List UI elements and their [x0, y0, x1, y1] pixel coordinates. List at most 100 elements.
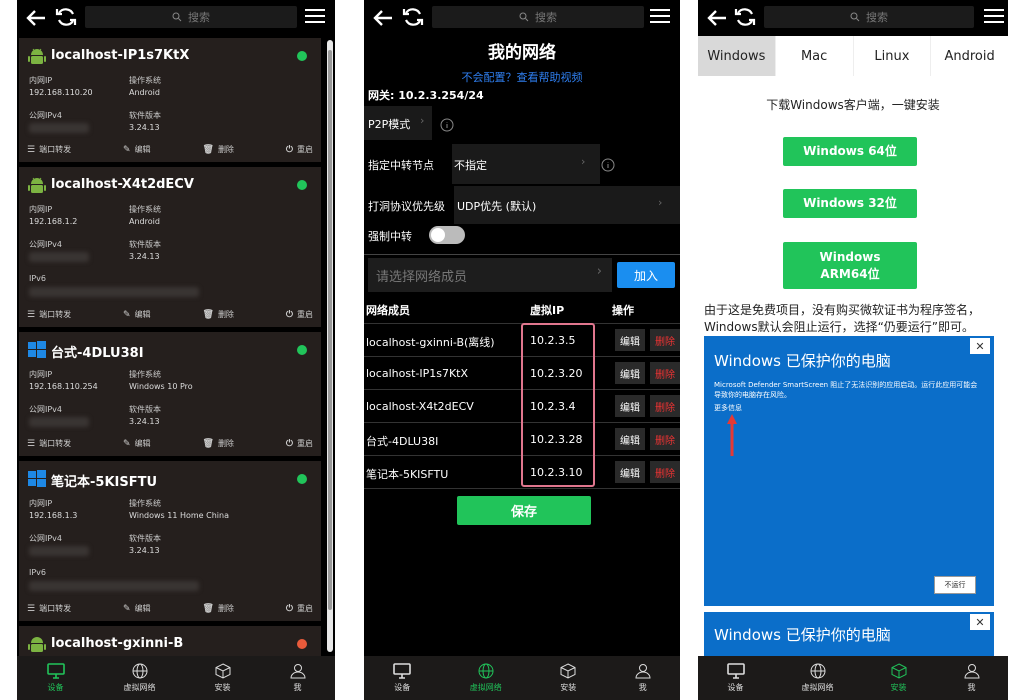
- nav-me[interactable]: 我: [963, 663, 980, 693]
- device-name: 笔记本-5KISFTU: [51, 475, 158, 490]
- edit-button[interactable]: 编辑: [615, 362, 645, 384]
- port-forward-button[interactable]: ☰ 端口转发: [27, 438, 71, 449]
- menu-icon[interactable]: [650, 9, 670, 25]
- member-select-placeholder: 请选择网络成员: [376, 270, 468, 285]
- search-input[interactable]: 搜索: [432, 6, 644, 28]
- port-forward-button[interactable]: ☰ 端口转发: [27, 309, 71, 320]
- divider: [364, 488, 680, 489]
- nav-install[interactable]: 安装: [215, 663, 231, 693]
- edit-button[interactable]: ✎ 编辑: [123, 438, 151, 449]
- scroll-thumb[interactable]: [328, 50, 332, 610]
- search-input[interactable]: 搜索: [85, 6, 297, 28]
- nav-devices[interactable]: 设备: [393, 663, 412, 693]
- info-icon[interactable]: [440, 118, 454, 132]
- nav-devices[interactable]: 设备: [726, 663, 745, 693]
- nav-me[interactable]: 我: [635, 663, 651, 693]
- device-card[interactable]: 笔记本-5KISFTU 内网IP 192.168.1.3 操作系统 Window…: [19, 461, 321, 621]
- chevron-right-icon: ›: [420, 114, 425, 127]
- download-arm64-button[interactable]: Windows ARM64位: [783, 242, 917, 289]
- tab-mac[interactable]: Mac: [776, 36, 854, 76]
- refresh-icon[interactable]: [55, 6, 77, 28]
- smartscreen-screenshot: ✕ Windows 已保护你的电脑 Microsoft Defender Sma…: [704, 336, 994, 606]
- nav-virtual-network[interactable]: 虚拟网络: [470, 663, 502, 693]
- nav-install[interactable]: 安装: [560, 663, 576, 693]
- restart-button[interactable]: ⏻ 重启: [286, 144, 313, 155]
- member-select[interactable]: 请选择网络成员 ›: [368, 258, 612, 292]
- back-arrow-icon[interactable]: [706, 8, 728, 28]
- search-input[interactable]: 搜索: [764, 6, 974, 28]
- back-arrow-icon[interactable]: [25, 8, 47, 28]
- edit-button[interactable]: 编辑: [615, 329, 645, 351]
- bottom-nav: 设备 虚拟网络 安装 我: [364, 656, 680, 700]
- delete-button[interactable]: 🗑 删除: [203, 309, 234, 320]
- network-panel: 搜索 我的网络 不会配置？查看帮助视频 网关: 10.2.3.254/24 P2…: [364, 0, 680, 700]
- back-arrow-icon[interactable]: [372, 8, 394, 28]
- delete-button[interactable]: 删除: [650, 428, 680, 450]
- edit-button[interactable]: ✎ 编辑: [123, 603, 151, 614]
- menu-icon[interactable]: [305, 9, 325, 25]
- close-icon: ✕: [970, 338, 990, 354]
- delete-button[interactable]: 删除: [650, 395, 680, 417]
- join-button[interactable]: 加入: [617, 262, 675, 288]
- delete-button[interactable]: 删除: [650, 329, 680, 351]
- menu-icon[interactable]: [984, 9, 1004, 25]
- nav-virtual-network[interactable]: 虚拟网络: [802, 663, 834, 693]
- os-value: Android: [129, 88, 160, 97]
- redacted-public-ip: [29, 123, 89, 133]
- tab-linux[interactable]: Linux: [854, 36, 932, 76]
- delete-button[interactable]: 🗑 删除: [203, 603, 234, 614]
- edit-button[interactable]: 编辑: [615, 395, 645, 417]
- lan-ip-value: 192.168.1.3: [29, 511, 78, 520]
- install-heading: 下载Windows客户端，一键安装: [766, 98, 940, 112]
- search-icon: [172, 12, 182, 22]
- nav-virtual-network[interactable]: 虚拟网络: [124, 663, 156, 693]
- help-video-link[interactable]: 不会配置？查看帮助视频: [364, 69, 680, 85]
- device-card[interactable]: localhost-X4t2dECV 内网IP 192.168.1.2 操作系统…: [19, 167, 321, 327]
- restart-button[interactable]: ⏻ 重启: [286, 438, 313, 449]
- device-card[interactable]: localhost-IP1s7KtX 内网IP 192.168.110.20 操…: [19, 38, 321, 162]
- edit-button[interactable]: ✎ 编辑: [123, 144, 151, 155]
- search-icon: [850, 12, 860, 22]
- os-label: 操作系统: [129, 370, 161, 379]
- edit-button[interactable]: ✎ 编辑: [123, 309, 151, 320]
- download-win32-button[interactable]: Windows 32位: [783, 189, 917, 218]
- delete-button[interactable]: 删除: [650, 362, 680, 384]
- nav-devices[interactable]: 设备: [46, 663, 65, 693]
- status-dot: [297, 51, 307, 61]
- refresh-icon[interactable]: [402, 6, 424, 28]
- package-icon: [560, 663, 576, 679]
- refresh-icon[interactable]: [734, 6, 756, 28]
- delete-button[interactable]: 删除: [650, 461, 680, 483]
- restart-button[interactable]: ⏻ 重启: [286, 309, 313, 320]
- save-button[interactable]: 保存: [457, 496, 591, 525]
- port-forward-button[interactable]: ☰ 端口转发: [27, 144, 71, 155]
- tab-android[interactable]: Android: [931, 36, 1008, 76]
- col-ops-header: 操作: [612, 304, 634, 317]
- divider: [364, 254, 680, 255]
- nav-install[interactable]: 安装: [891, 663, 907, 693]
- force-relay-toggle[interactable]: [429, 226, 465, 244]
- redacted-public-ip: [29, 546, 89, 556]
- card-actions: ☰ 端口转发 ✎ 编辑 🗑 删除 ⏻ 重启: [27, 603, 313, 614]
- version-value: 3.24.13: [129, 123, 160, 132]
- info-icon[interactable]: [601, 158, 615, 172]
- edit-button[interactable]: 编辑: [615, 461, 645, 483]
- device-card[interactable]: 台式-4DLU38I 内网IP 192.168.110.254 操作系统 Win…: [19, 332, 321, 456]
- public-ip-label: 公网IPv4: [29, 111, 63, 120]
- lan-ip-label: 内网IP: [29, 205, 53, 214]
- arm64-button-line2: ARM64位: [820, 266, 880, 281]
- edit-button[interactable]: 编辑: [615, 428, 645, 450]
- delete-button[interactable]: 🗑 删除: [203, 438, 234, 449]
- col-member-header: 网络成员: [366, 304, 410, 317]
- os-value: Android: [129, 217, 160, 226]
- nav-me[interactable]: 我: [289, 663, 306, 693]
- restart-button[interactable]: ⏻ 重启: [286, 603, 313, 614]
- force-relay-label: 强制中转: [368, 230, 412, 243]
- delete-button[interactable]: 🗑 删除: [203, 144, 234, 155]
- close-icon: ✕: [970, 614, 990, 630]
- card-actions: ☰ 端口转发 ✎ 编辑 🗑 删除 ⏻ 重启: [27, 438, 313, 449]
- tab-windows[interactable]: Windows: [698, 36, 776, 76]
- monitor-icon: [46, 663, 65, 679]
- download-win64-button[interactable]: Windows 64位: [783, 137, 917, 166]
- port-forward-button[interactable]: ☰ 端口转发: [27, 603, 71, 614]
